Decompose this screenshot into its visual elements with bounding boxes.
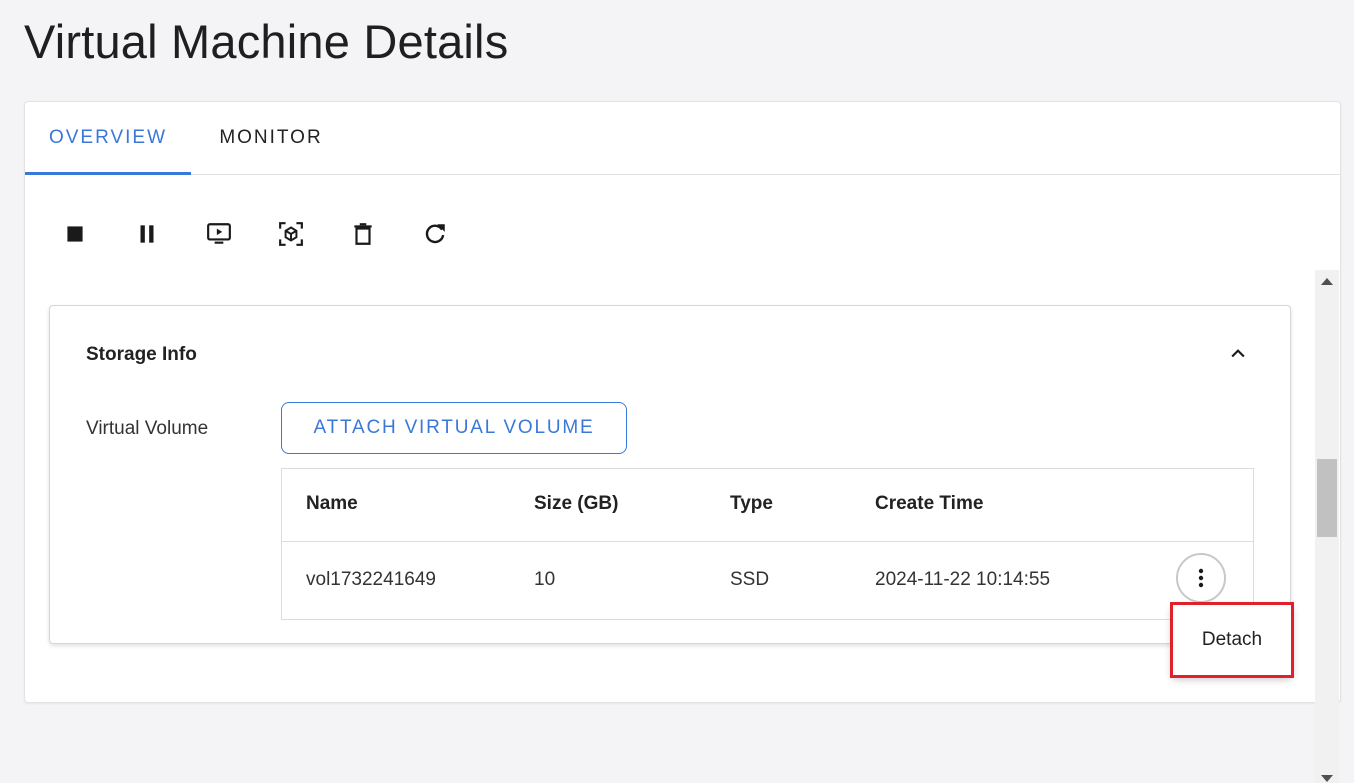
- scroll-thumb[interactable]: [1317, 459, 1337, 537]
- delete-icon: [354, 223, 372, 245]
- collapse-button[interactable]: [1222, 338, 1254, 370]
- scroll-down-arrow[interactable]: [1321, 775, 1333, 782]
- tab-monitor[interactable]: MONITOR: [195, 102, 347, 174]
- detach-menu-item[interactable]: Detach: [1172, 604, 1292, 676]
- table-header: Name Size (GB) Type Create Time: [282, 469, 1253, 542]
- page-title: Virtual Machine Details: [24, 15, 509, 68]
- attach-virtual-volume-button[interactable]: ATTACH VIRTUAL VOLUME: [281, 402, 627, 454]
- table-row: vol1732241649 10 SSD 2024-11-22 10:14:55: [282, 541, 1253, 619]
- tab-overview[interactable]: OVERVIEW: [25, 102, 191, 175]
- header-name[interactable]: Name: [306, 493, 358, 515]
- stop-button[interactable]: [55, 214, 95, 254]
- row-actions-menu: Detach: [1172, 604, 1292, 676]
- storage-info-title: Storage Info: [86, 344, 197, 365]
- header-type[interactable]: Type: [730, 493, 773, 515]
- restart-icon: [425, 224, 445, 244]
- scrollbar[interactable]: [1315, 270, 1339, 783]
- header-create-time[interactable]: Create Time: [875, 493, 983, 515]
- row-actions-button[interactable]: [1176, 553, 1226, 603]
- cell-size: 10: [534, 569, 556, 590]
- storage-info-panel: Storage Info Virtual Volume ATTACH VIRTU…: [49, 305, 1291, 644]
- vm-details-card: OVERVIEW MONITOR Storage Info Virtual Vo…: [24, 101, 1341, 783]
- chevron-up-icon: [1231, 349, 1245, 358]
- cell-name: vol1732241649: [306, 569, 436, 590]
- cell-create-time: 2024-11-22 10:14:55: [875, 569, 1051, 590]
- virtual-volume-label: Virtual Volume: [86, 418, 209, 439]
- console-icon: [207, 223, 231, 244]
- pause-icon: [140, 225, 154, 243]
- scroll-up-arrow[interactable]: [1321, 278, 1333, 285]
- header-size[interactable]: Size (GB): [534, 493, 618, 515]
- pause-button[interactable]: [127, 214, 167, 254]
- console-button[interactable]: [199, 214, 239, 254]
- more-vert-icon: [1198, 568, 1204, 588]
- stop-icon: [67, 226, 83, 242]
- virtual-volume-table: Name Size (GB) Type Create Time vol17322…: [281, 468, 1254, 620]
- delete-button[interactable]: [343, 214, 383, 254]
- restart-button[interactable]: [415, 214, 455, 254]
- snapshot-button[interactable]: [271, 214, 311, 254]
- cell-type: SSD: [730, 569, 770, 590]
- tab-bar: OVERVIEW MONITOR: [25, 102, 1340, 175]
- snapshot-icon: [279, 222, 303, 246]
